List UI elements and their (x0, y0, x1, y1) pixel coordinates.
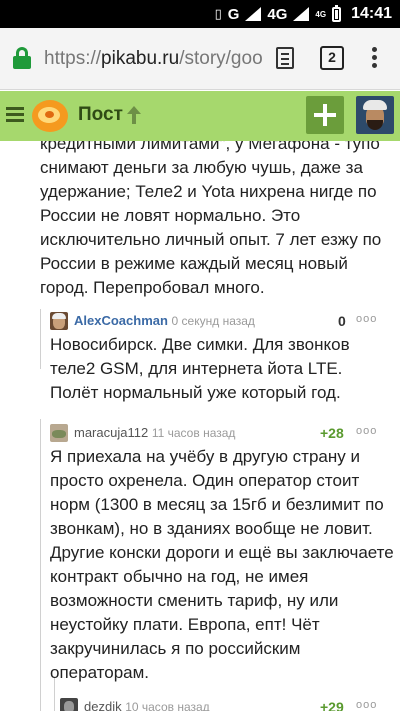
signal-icon (245, 7, 262, 21)
avatar[interactable] (50, 312, 68, 330)
comment-body: Новосибирск. Две симки. Для звонков теле… (50, 335, 350, 402)
more-options-icon[interactable]: ooo (356, 425, 377, 437)
add-post-button[interactable] (306, 96, 344, 134)
comment-time: 11 часов назад (151, 426, 236, 440)
network-4g-label: 4G (267, 5, 288, 23)
vibrate-icon: ▯ (214, 6, 222, 21)
tab-switcher-button[interactable]: 2 (320, 46, 344, 70)
comment-author-line: maracuja112 11 часов назад (74, 423, 235, 443)
url-path: /story/goo (179, 48, 262, 69)
avatar[interactable] (60, 698, 78, 711)
comment-rating: +28 (320, 425, 344, 441)
url-host: pikabu.ru (101, 48, 180, 69)
lock-icon[interactable] (12, 47, 32, 69)
network-4g-small-label: 4G (315, 9, 327, 19)
more-options-icon[interactable]: ooo (356, 313, 377, 325)
network-g-label: G (227, 5, 240, 23)
url-bar[interactable]: https://pikabu.ru/story/goo (44, 44, 262, 74)
reader-mode-icon[interactable] (276, 47, 294, 69)
avatar[interactable] (50, 424, 68, 442)
scroll-up-icon[interactable] (127, 106, 141, 124)
comment-header: AlexCoachman 0 секунд назад 0 ooo (50, 311, 390, 333)
browser-toolbar: https://pikabu.ru/story/goo 2 (0, 28, 400, 90)
comment-time: 0 секунд назад (171, 314, 255, 328)
comment-author[interactable]: maracuja112 (74, 425, 148, 440)
url-scheme: https:// (44, 48, 102, 69)
signal-4g-icon (293, 7, 310, 21)
comment-header: dezdik 10 часов назад +29 ooo (60, 697, 390, 711)
overflow-menu-icon[interactable] (370, 46, 378, 70)
pikabu-logo[interactable] (32, 97, 70, 135)
thread-line (40, 419, 41, 711)
comment-header: maracuja112 11 часов назад +28 ooo (50, 423, 390, 445)
status-bar: ▯ G 4G 4G 14:41 (0, 0, 400, 28)
comment-body: Я приехала на учёбу в другую страну и пр… (50, 447, 394, 682)
clock: 14:41 (351, 5, 392, 22)
comment-rating: +29 (320, 699, 344, 711)
user-avatar[interactable] (356, 96, 394, 134)
comment-author-line: dezdik 10 часов назад (84, 697, 210, 711)
comment-body: кредитными лимитами", у Мегафона - тупо … (40, 141, 382, 297)
battery-icon (332, 4, 342, 22)
comment-author[interactable]: dezdik (84, 699, 122, 711)
comment-author-line: AlexCoachman 0 секунд назад (74, 311, 255, 331)
thread-line (40, 309, 41, 369)
comments-area: кредитными лимитами", у Мегафона - тупо … (0, 141, 400, 711)
hamburger-menu-icon[interactable] (6, 107, 24, 123)
comment-rating: 0 (338, 313, 346, 329)
comment-author[interactable]: AlexCoachman (74, 313, 168, 328)
comment-time: 10 часов назад (125, 700, 210, 711)
more-options-icon[interactable]: ooo (356, 699, 377, 711)
page-title: Пост (78, 104, 123, 125)
